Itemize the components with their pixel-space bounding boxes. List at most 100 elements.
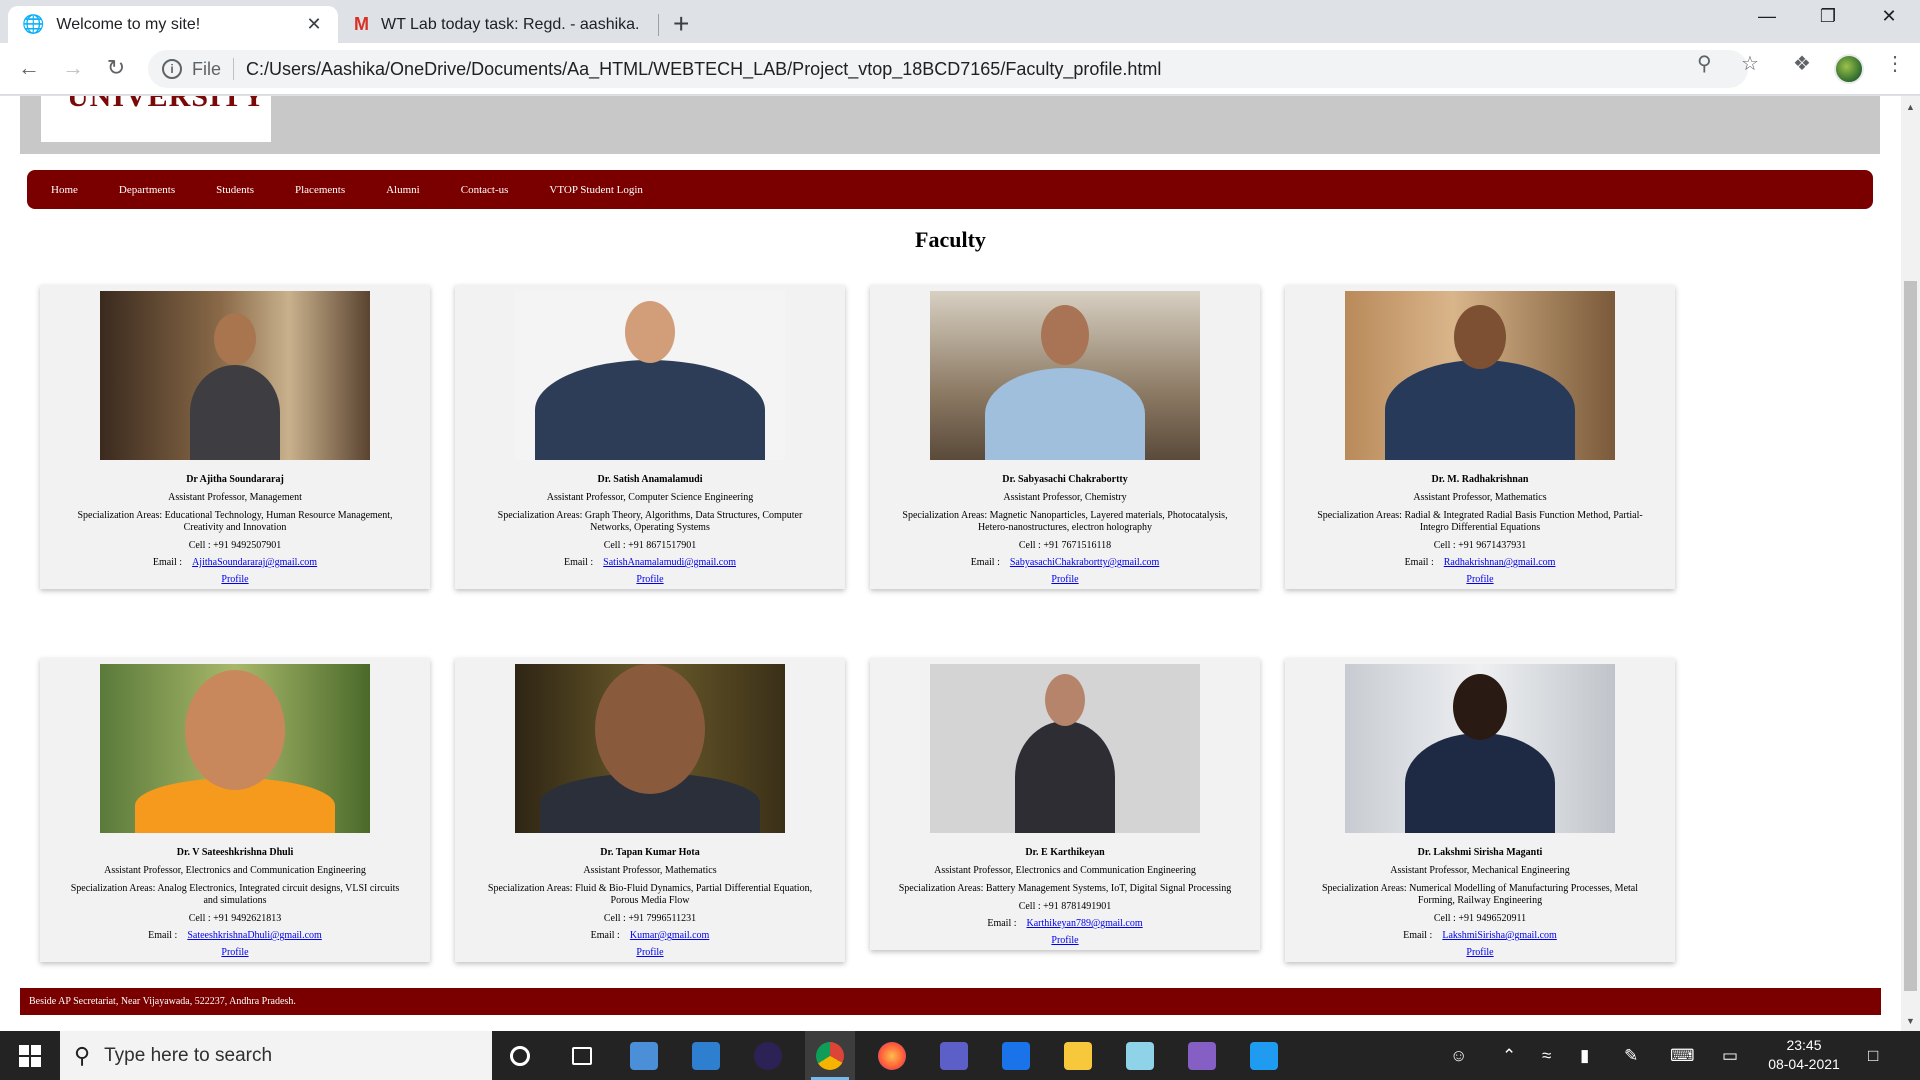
minimize-button[interactable]: — bbox=[1744, 6, 1790, 27]
tab-strip: 🌐 Welcome to my site! ✕ M WT Lab today t… bbox=[0, 0, 1920, 43]
search-placeholder: Type here to search bbox=[104, 1044, 273, 1066]
profile-link[interactable]: Profile bbox=[40, 574, 430, 585]
faculty-photo bbox=[100, 291, 370, 460]
file-explorer-icon[interactable] bbox=[1053, 1031, 1103, 1080]
restore-button[interactable]: ❐ bbox=[1805, 6, 1851, 27]
notifications-icon[interactable]: □ bbox=[1868, 1031, 1878, 1080]
faculty-role: Assistant Professor, Chemistry bbox=[1003, 492, 1127, 503]
info-icon[interactable]: i bbox=[162, 59, 182, 79]
tab-title: Welcome to my site! bbox=[56, 15, 201, 33]
clock-time: 23:45 bbox=[1786, 1037, 1822, 1053]
windows-logo-icon bbox=[19, 1044, 41, 1067]
visual-studio-icon[interactable] bbox=[1177, 1031, 1227, 1080]
site-header: UNIVERSITY bbox=[20, 96, 1880, 154]
new-tab-button[interactable]: + bbox=[673, 8, 689, 40]
faculty-email-link[interactable]: AjithaSoundararaj@gmail.com bbox=[192, 557, 317, 568]
profile-link[interactable]: Profile bbox=[455, 574, 845, 585]
faculty-name: Dr. Satish Anamalamudi bbox=[597, 474, 703, 485]
page-scrollbar[interactable]: ▲ ▼ bbox=[1901, 96, 1920, 1031]
faculty-email-link[interactable]: SatishAnamalamudi@gmail.com bbox=[603, 557, 736, 568]
nav-departments[interactable]: Departments bbox=[119, 184, 175, 196]
close-icon[interactable]: ✕ bbox=[304, 14, 324, 35]
teams-icon[interactable] bbox=[929, 1031, 979, 1080]
cortana-icon[interactable] bbox=[495, 1031, 545, 1080]
email-label: Email : bbox=[987, 918, 1017, 929]
task-view-icon[interactable] bbox=[557, 1031, 607, 1080]
faculty-name: Dr Ajitha Soundararaj bbox=[186, 474, 284, 485]
scrollbar-thumb[interactable] bbox=[1904, 281, 1917, 991]
pen-icon[interactable]: ✎ bbox=[1624, 1031, 1638, 1080]
nav-students[interactable]: Students bbox=[216, 184, 254, 196]
url-scheme: File bbox=[192, 58, 222, 79]
wifi-icon[interactable]: ≈ bbox=[1542, 1031, 1551, 1080]
nav-alumni[interactable]: Alumni bbox=[386, 184, 420, 196]
faculty-specialization: Specialization Areas: Radial & Integrate… bbox=[1317, 510, 1643, 533]
store-icon[interactable] bbox=[619, 1031, 669, 1080]
nav-placements[interactable]: Placements bbox=[295, 184, 345, 196]
tab-gmail[interactable]: M WT Lab today task: Regd. - aashika. bbox=[340, 6, 658, 43]
faculty-card: Dr. Sabyasachi Chakrabortty Assistant Pr… bbox=[870, 285, 1260, 589]
university-logo[interactable]: UNIVERSITY bbox=[41, 96, 271, 142]
photos-icon[interactable] bbox=[681, 1031, 731, 1080]
faculty-phone: Cell : +91 9496520911 bbox=[1433, 913, 1527, 924]
bookmark-star-icon[interactable]: ☆ bbox=[1741, 51, 1759, 76]
close-window-button[interactable]: ✕ bbox=[1866, 6, 1912, 27]
address-bar[interactable]: i File C:/Users/Aashika/OneDrive/Documen… bbox=[148, 50, 1748, 88]
faculty-name: Dr. Sabyasachi Chakrabortty bbox=[1002, 474, 1128, 485]
forward-arrow-icon[interactable]: → bbox=[58, 55, 88, 81]
email-label: Email : bbox=[1403, 930, 1433, 941]
taskbar-clock[interactable]: 23:45 08-04-2021 bbox=[1764, 1036, 1844, 1074]
faculty-email-link[interactable]: Karthikeyan789@gmail.com bbox=[1027, 918, 1143, 929]
profile-avatar[interactable] bbox=[1834, 54, 1864, 84]
page-viewport: UNIVERSITY Home Departments Students Pla… bbox=[0, 96, 1901, 1031]
scroll-down-arrow-icon[interactable]: ▼ bbox=[1901, 1016, 1920, 1026]
nav-contact-us[interactable]: Contact-us bbox=[461, 184, 509, 196]
profile-link[interactable]: Profile bbox=[40, 947, 430, 958]
display-icon[interactable]: ▭ bbox=[1722, 1031, 1738, 1080]
faculty-email-link[interactable]: LakshmiSirisha@gmail.com bbox=[1442, 930, 1556, 941]
vscode-icon[interactable] bbox=[1239, 1031, 1289, 1080]
browser-toolbar: ← → ↻ i File C:/Users/Aashika/OneDrive/D… bbox=[0, 43, 1920, 95]
faculty-specialization: Specialization Areas: Educational Techno… bbox=[77, 510, 393, 533]
faculty-specialization: Specialization Areas: Numerical Modellin… bbox=[1321, 883, 1639, 906]
email-label: Email : bbox=[1404, 557, 1434, 568]
faculty-email-link[interactable]: Kumar@gmail.com bbox=[630, 930, 709, 941]
firefox-icon[interactable] bbox=[867, 1031, 917, 1080]
profile-link[interactable]: Profile bbox=[870, 935, 1260, 946]
faculty-phone: Cell : +91 8671517901 bbox=[603, 540, 697, 551]
url-text[interactable]: C:/Users/Aashika/OneDrive/Documents/Aa_H… bbox=[246, 59, 1161, 80]
chrome-icon[interactable] bbox=[805, 1031, 855, 1080]
zoom-icon[interactable]: ⚲ bbox=[1697, 51, 1712, 76]
faculty-phone: Cell : +91 8781491901 bbox=[1018, 901, 1112, 912]
profile-link[interactable]: Profile bbox=[1285, 947, 1675, 958]
taskbar-search[interactable]: ⚲ Type here to search bbox=[60, 1031, 492, 1080]
nav-vtop-student-login[interactable]: VTOP Student Login bbox=[549, 184, 643, 196]
menu-kebab-icon[interactable]: ⋮ bbox=[1885, 51, 1905, 76]
mail-icon[interactable] bbox=[991, 1031, 1041, 1080]
back-arrow-icon[interactable]: ← bbox=[14, 55, 44, 81]
faculty-phone: Cell : +91 7996511231 bbox=[603, 913, 697, 924]
keyboard-icon[interactable]: ⌨ bbox=[1670, 1031, 1695, 1080]
people-icon[interactable]: ☺ bbox=[1450, 1031, 1467, 1080]
tab-divider bbox=[658, 14, 659, 36]
chevron-up-icon[interactable]: ⌃ bbox=[1502, 1031, 1516, 1080]
start-button[interactable] bbox=[0, 1031, 60, 1080]
faculty-name: Dr. V Sateeshkrishna Dhuli bbox=[176, 847, 294, 858]
faculty-phone: Cell : +91 9492507901 bbox=[188, 540, 282, 551]
battery-icon[interactable]: ▮ bbox=[1580, 1031, 1589, 1080]
faculty-card: Dr. E Karthikeyan Assistant Professor, E… bbox=[870, 658, 1260, 950]
notepad-icon[interactable] bbox=[1115, 1031, 1165, 1080]
profile-link[interactable]: Profile bbox=[870, 574, 1260, 585]
faculty-email-link[interactable]: SateeshkrishnaDhuli@gmail.com bbox=[187, 930, 321, 941]
profile-link[interactable]: Profile bbox=[455, 947, 845, 958]
scroll-up-arrow-icon[interactable]: ▲ bbox=[1901, 102, 1920, 112]
faculty-email-link[interactable]: SabyasachiChakrabortty@gmail.com bbox=[1010, 557, 1159, 568]
tab-welcome[interactable]: 🌐 Welcome to my site! ✕ bbox=[8, 6, 338, 43]
faculty-email-link[interactable]: Radhakrishnan@gmail.com bbox=[1444, 557, 1556, 568]
profile-link[interactable]: Profile bbox=[1285, 574, 1675, 585]
nav-home[interactable]: Home bbox=[51, 184, 78, 196]
eclipse-icon[interactable] bbox=[743, 1031, 793, 1080]
extensions-puzzle-icon[interactable]: ❖ bbox=[1793, 51, 1811, 76]
faculty-card: Dr. Tapan Kumar Hota Assistant Professor… bbox=[455, 658, 845, 962]
reload-icon[interactable]: ↻ bbox=[101, 55, 131, 81]
